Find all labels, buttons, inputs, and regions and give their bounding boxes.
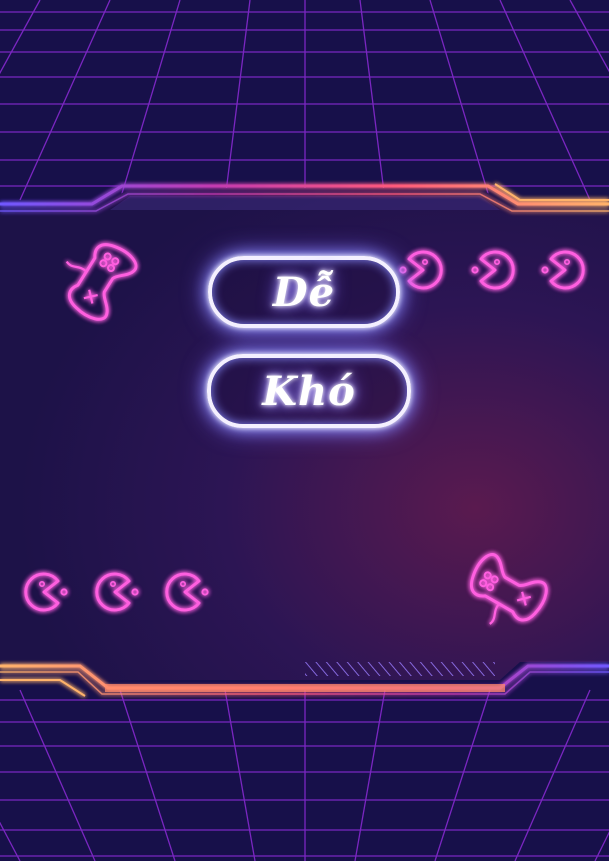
hard-label: Khó bbox=[262, 367, 356, 415]
pacman-icon bbox=[24, 572, 69, 612]
pacman-icon bbox=[540, 250, 585, 290]
easy-label: Dễ bbox=[272, 268, 336, 316]
gamepad-icon bbox=[454, 548, 553, 644]
gamepad-icon bbox=[46, 226, 142, 326]
pacman-icon bbox=[398, 250, 443, 290]
pacman-icon bbox=[165, 572, 210, 612]
pacman-icon bbox=[470, 250, 515, 290]
hard-button[interactable]: Khó bbox=[207, 354, 411, 428]
neon-icons bbox=[24, 226, 585, 644]
pacman-icon bbox=[95, 572, 140, 612]
easy-button[interactable]: Dễ bbox=[208, 256, 400, 328]
